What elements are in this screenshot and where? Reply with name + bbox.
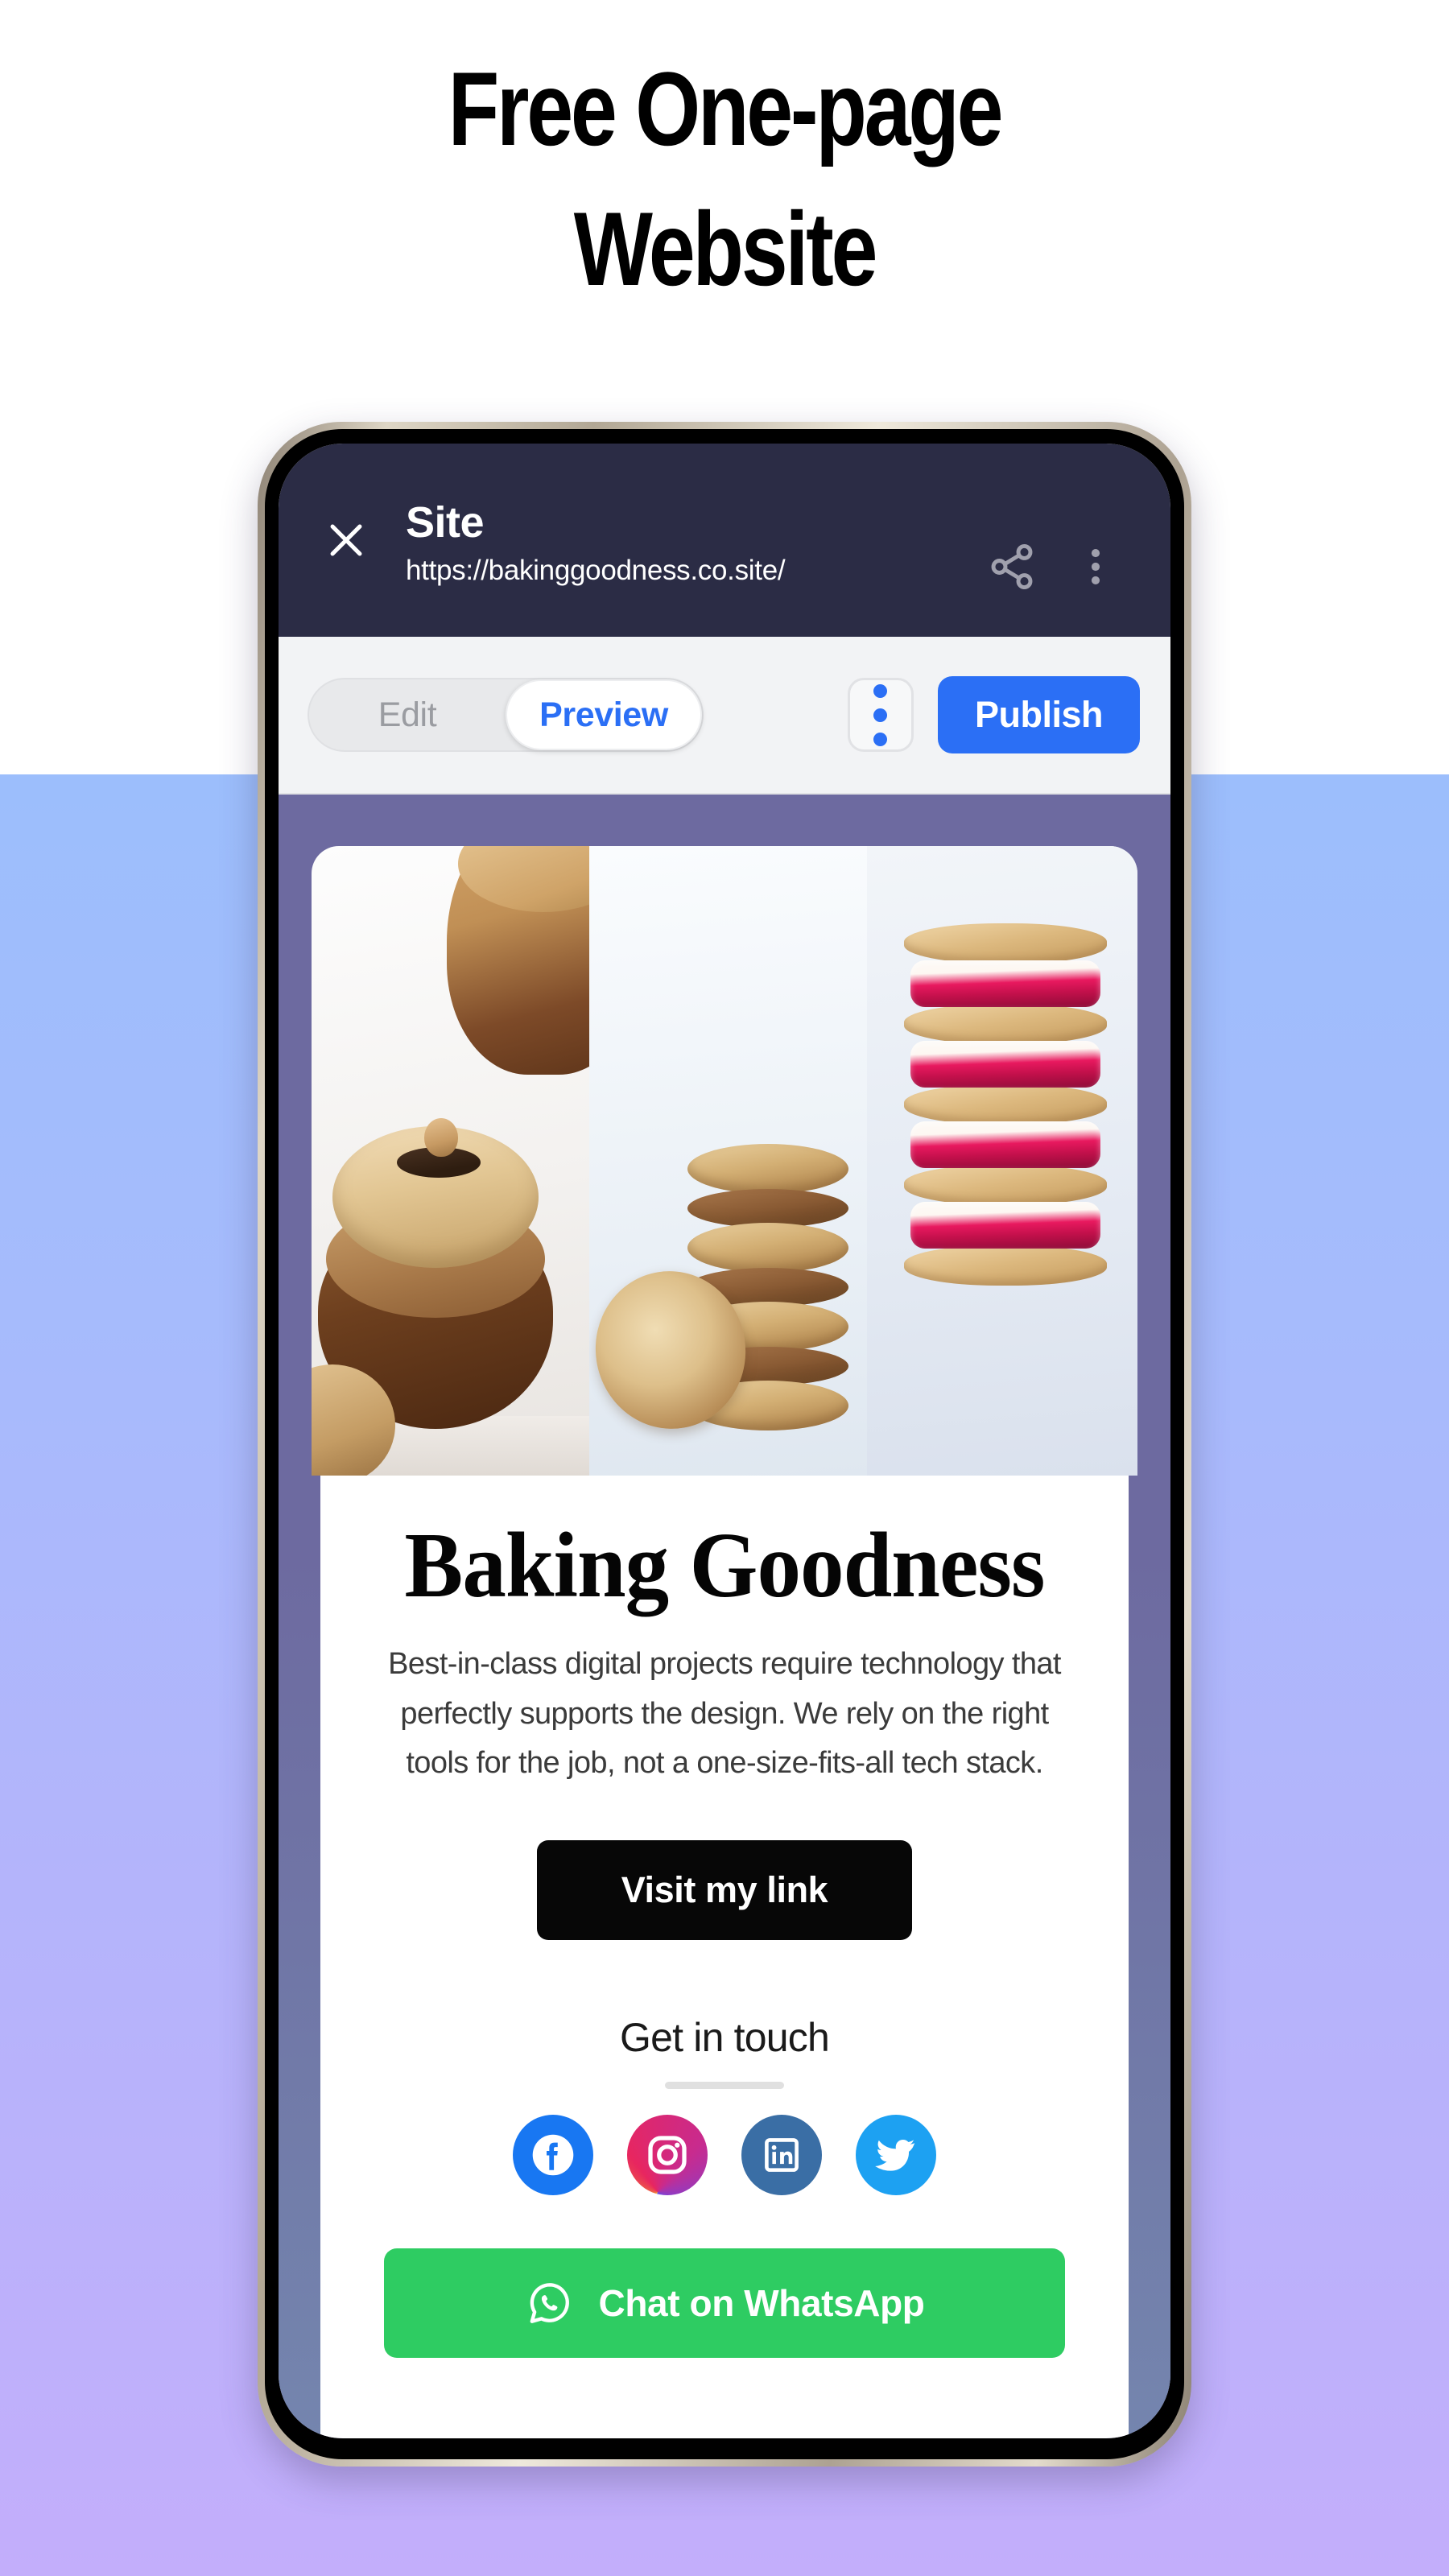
- hazelnut-garnish: [424, 1118, 458, 1157]
- collage-image-hazelnut-chocolate-pastry: [312, 846, 589, 1476]
- app-title: Site: [406, 497, 485, 547]
- site-url: https://bakinggoodness.co.site/: [406, 554, 786, 586]
- raspberry-cream-filling: [910, 1121, 1100, 1168]
- raspberry-cream-filling: [910, 1041, 1100, 1088]
- shortbread-cookie: [904, 1084, 1107, 1125]
- more-vertical-icon: [873, 683, 888, 698]
- shortbread-cookie: [904, 1165, 1107, 1205]
- site-content: Baking Goodness Best-in-class digital pr…: [320, 1476, 1129, 2438]
- more-vertical-icon-dot: [873, 708, 888, 722]
- social-link-twitter[interactable]: [856, 2114, 936, 2195]
- shortbread-cookie: [904, 1245, 1107, 1286]
- more-vertical-icon: [1091, 549, 1100, 584]
- share-button[interactable]: [984, 539, 1040, 595]
- almond-cookie: [687, 1144, 848, 1194]
- facebook-icon: [532, 2134, 574, 2175]
- app-header: Site https://bakinggoodness.co.site/: [279, 444, 1170, 637]
- shortbread-cookie: [904, 923, 1107, 964]
- twitter-icon: [875, 2139, 915, 2171]
- toolbar-more-button[interactable]: [847, 678, 914, 752]
- phone-mockup: Site https://bakinggoodness.co.site/ Edi…: [258, 422, 1191, 2467]
- visit-link-button[interactable]: Visit my link: [537, 1839, 912, 1940]
- tab-preview[interactable]: Preview: [506, 679, 702, 750]
- section-divider: [665, 2081, 784, 2089]
- mode-segmented-control[interactable]: Edit Preview: [308, 678, 704, 752]
- promo-headline: Free One-page Website: [448, 50, 1004, 308]
- header-text-group: Site https://bakinggoodness.co.site/: [406, 497, 984, 587]
- close-button[interactable]: [317, 511, 375, 569]
- whatsapp-label: Chat on WhatsApp: [598, 2281, 925, 2324]
- header-more-button[interactable]: [1067, 539, 1124, 595]
- raspberry-cream-filling: [910, 960, 1100, 1007]
- editor-toolbar: Edit Preview Publish: [279, 637, 1170, 795]
- more-vertical-icon-dot: [873, 732, 888, 746]
- site-blurb: Best-in-class digital projects require t…: [388, 1647, 1061, 1781]
- tab-edit[interactable]: Edit: [309, 679, 506, 750]
- collage-image-almond-cookie-stack: [589, 846, 867, 1476]
- phone-bezel: Site https://bakinggoodness.co.site/ Edi…: [265, 429, 1184, 2459]
- promo-screenshot: Free One-page Website Site https://bakin…: [0, 0, 1449, 2576]
- almond-cookie: [687, 1223, 848, 1273]
- publish-button[interactable]: Publish: [937, 676, 1140, 753]
- site-brand-title: Baking Goodness: [404, 1514, 1046, 1617]
- collage-top-spacer: [279, 795, 1170, 846]
- hero-collage: [312, 846, 1137, 1476]
- social-link-facebook[interactable]: [513, 2114, 593, 2195]
- raspberry-cream-filling: [910, 1202, 1100, 1249]
- background-pastry: [447, 846, 589, 1075]
- share-icon: [991, 543, 1033, 590]
- close-icon: [330, 524, 362, 556]
- contact-heading: Get in touch: [619, 2014, 830, 2060]
- chocolate-filling: [687, 1189, 848, 1228]
- social-link-instagram[interactable]: [627, 2114, 708, 2195]
- whatsapp-icon: [530, 2282, 569, 2323]
- social-links: [356, 2114, 1093, 2195]
- linkedin-icon: [765, 2137, 799, 2172]
- sandwich-cookie-stack: [904, 923, 1107, 1286]
- whatsapp-chat-button[interactable]: Chat on WhatsApp: [384, 2248, 1065, 2358]
- shortbread-cookie: [904, 1004, 1107, 1044]
- toolbar-actions: Publish: [847, 676, 1140, 753]
- header-actions: [984, 539, 1124, 637]
- social-link-linkedin[interactable]: [741, 2114, 822, 2195]
- site-preview: Baking Goodness Best-in-class digital pr…: [279, 795, 1170, 2438]
- phone-screen: Site https://bakinggoodness.co.site/ Edi…: [279, 444, 1170, 2438]
- collage-image-raspberry-cream-sandwich-cookies: [867, 846, 1137, 1476]
- instagram-icon: [648, 2136, 687, 2174]
